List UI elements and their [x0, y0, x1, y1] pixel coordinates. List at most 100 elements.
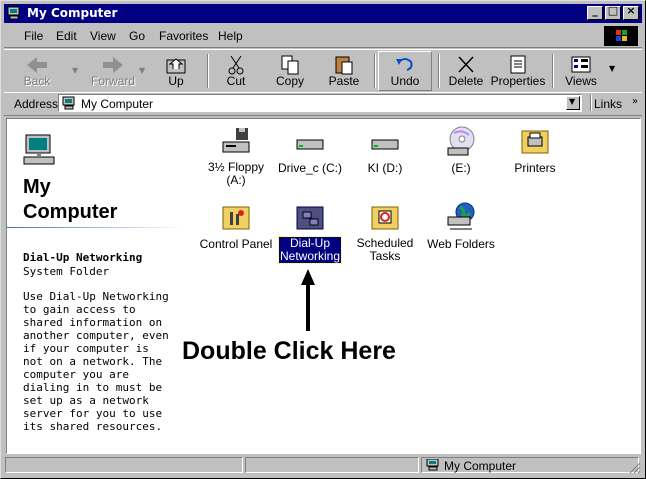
delete-x-icon — [458, 56, 474, 73]
menu-edit[interactable]: Edit — [56, 29, 77, 43]
control-panel-item[interactable]: Control Panel — [196, 201, 276, 251]
chevron-down-icon: ▼ — [569, 97, 576, 106]
minimize-button[interactable]: _ — [587, 4, 603, 20]
close-button[interactable]: × — [623, 4, 639, 20]
address-bar: Address My Computer ▼ Links » — [4, 92, 642, 116]
scheduled-tasks-item[interactable]: Scheduled Tasks — [345, 201, 425, 263]
menu-bar: File Edit View Go Favorites Help — [4, 25, 642, 48]
menu-view[interactable]: View — [90, 29, 116, 43]
dial-up-networking-folder-icon — [296, 206, 324, 230]
web-folders-globe-icon — [447, 202, 475, 230]
pane-divider — [7, 227, 182, 228]
status-pane-zone: My Computer — [421, 457, 639, 473]
annotation-text: Double Click Here — [182, 337, 396, 365]
selected-item-name: Dial-Up Networking — [23, 251, 143, 264]
control-panel-folder-icon — [222, 206, 250, 230]
scheduled-tasks-label: Scheduled Tasks — [356, 237, 415, 263]
scheduled-tasks-folder-icon — [371, 206, 399, 230]
drive-d-label: KI (D:) — [367, 161, 403, 175]
drive-c-label: Drive_c (C:) — [277, 161, 342, 175]
windows-logo — [604, 26, 638, 46]
cd-rom-icon — [447, 126, 475, 156]
status-bar: My Computer — [4, 456, 642, 476]
menu-favorites[interactable]: Favorites — [159, 29, 208, 43]
pane-title-line1: My — [23, 176, 51, 198]
floppy-drive-item[interactable]: 3½ Floppy (A:) — [196, 125, 276, 187]
selected-item-description: Use Dial-Up Networking to gain access to… — [23, 290, 169, 433]
paste-icon — [335, 56, 353, 75]
folder-view: My Computer Dial-Up Networking System Fo… — [6, 118, 641, 454]
floppy-drive-icon — [222, 128, 250, 153]
forward-dropdown-icon[interactable]: ▼ — [139, 66, 145, 75]
views-button[interactable]: Views — [559, 52, 603, 90]
scissors-icon — [228, 55, 244, 75]
dial-up-networking-label: Dial-Up Networking — [277, 236, 343, 264]
drive-e-label: (E:) — [451, 161, 471, 175]
cut-button[interactable]: Cut — [214, 52, 258, 90]
paste-label: Paste — [328, 74, 360, 88]
floppy-drive-label: 3½ Floppy (A:) — [207, 160, 265, 187]
links-chevron-icon[interactable]: » — [632, 96, 638, 107]
copy-icon — [281, 55, 299, 75]
printers-label: Printers — [514, 161, 556, 175]
printers-item[interactable]: Printers — [495, 125, 575, 175]
hard-drive-icon — [296, 139, 324, 150]
my-computer-icon — [7, 6, 20, 20]
views-dropdown-icon[interactable]: ▼ — [609, 64, 615, 73]
web-folders-label: Web Folders — [427, 237, 495, 251]
drive-e-item[interactable]: (E:) — [421, 125, 501, 175]
cut-label: Cut — [226, 74, 246, 88]
drive-d-item[interactable]: KI (D:) — [345, 125, 425, 175]
my-computer-large-icon — [23, 134, 55, 165]
annotation-arrow-icon — [301, 269, 315, 331]
forward-button[interactable]: Forward — [84, 52, 142, 90]
status-pane-size — [245, 457, 419, 473]
status-zone-text: My Computer — [444, 459, 517, 473]
menu-help[interactable]: Help — [218, 29, 243, 43]
pane-title: My Computer — [23, 175, 117, 225]
back-arrow-icon — [27, 57, 47, 73]
properties-label: Properties — [490, 74, 546, 88]
selected-item-type: System Folder — [23, 265, 110, 278]
back-label: Back — [23, 74, 51, 88]
dial-up-label-line2: Networking — [279, 249, 341, 263]
menu-go[interactable]: Go — [129, 29, 145, 43]
web-folders-item[interactable]: Web Folders — [421, 201, 501, 251]
control-panel-label: Control Panel — [199, 237, 273, 251]
title-bar[interactable]: My Computer _ □ × — [4, 4, 642, 23]
links-button[interactable]: Links — [594, 97, 622, 111]
address-label: Address — [14, 97, 59, 111]
undo-button[interactable]: Undo — [378, 51, 432, 91]
resize-grip-icon[interactable] — [629, 462, 641, 474]
close-icon: × — [626, 4, 636, 17]
paste-button[interactable]: Paste — [322, 52, 366, 90]
properties-button[interactable]: Properties — [490, 52, 546, 90]
address-field[interactable]: My Computer ▼ — [58, 94, 582, 112]
delete-label: Delete — [448, 74, 484, 88]
undo-arrow-icon — [396, 58, 413, 71]
delete-button[interactable]: Delete — [444, 52, 488, 90]
address-value: My Computer — [81, 97, 154, 111]
pane-title-line2: Computer — [23, 201, 118, 223]
scheduled-label-line2: Tasks — [369, 249, 401, 263]
hard-drive-icon — [371, 139, 399, 150]
menu-file[interactable]: File — [24, 29, 43, 43]
my-computer-small-icon — [426, 459, 439, 471]
my-computer-small-icon — [62, 96, 75, 110]
address-dropdown-button[interactable]: ▼ — [566, 96, 580, 110]
maximize-button[interactable]: □ — [605, 4, 621, 20]
printers-folder-icon — [521, 130, 549, 154]
drive-c-item[interactable]: Drive_c (C:) — [270, 125, 350, 175]
standard-toolbar: Back ▼ Forward ▼ Up Cut Copy Paste Undo — [4, 49, 642, 93]
copy-button[interactable]: Copy — [268, 52, 312, 90]
dial-up-networking-item[interactable]: Dial-Up Networking — [270, 201, 350, 264]
back-button[interactable]: Back — [12, 52, 62, 90]
up-button[interactable]: Up — [154, 52, 198, 90]
back-dropdown-icon[interactable]: ▼ — [72, 66, 78, 75]
maximize-icon: □ — [607, 4, 619, 17]
status-pane-main — [5, 457, 243, 473]
views-grid-icon — [571, 56, 591, 73]
undo-label: Undo — [390, 74, 420, 88]
scheduled-label-line1: Scheduled — [356, 236, 414, 250]
views-label: Views — [565, 74, 597, 88]
